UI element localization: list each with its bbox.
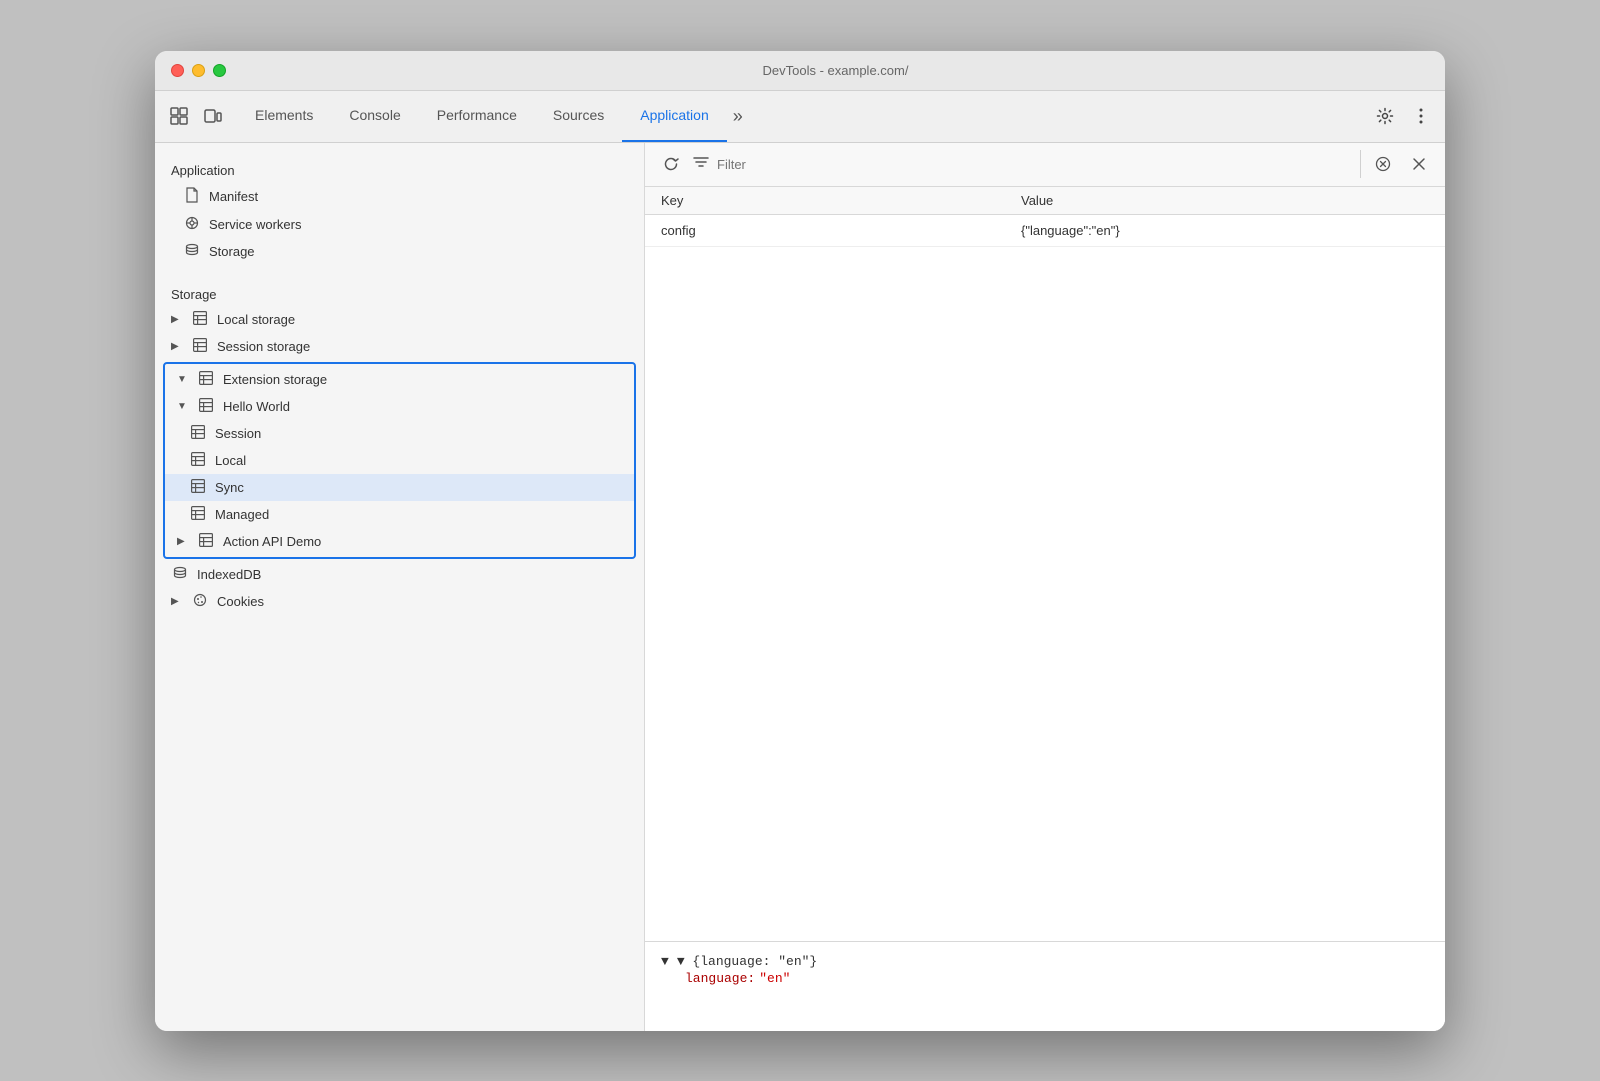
sidebar-item-session-storage[interactable]: ▶ Session storage <box>155 333 644 360</box>
detail-property-key: language: <box>685 971 755 986</box>
hello-world-arrow: ▼ <box>177 401 189 412</box>
tab-elements[interactable]: Elements <box>237 90 331 142</box>
action-api-demo-arrow: ▶ <box>177 536 189 547</box>
section-title-application: Application <box>155 155 644 182</box>
manifest-icon <box>183 187 201 206</box>
traffic-lights <box>171 64 226 77</box>
session-storage-arrow: ▶ <box>171 341 183 352</box>
maximize-button[interactable] <box>213 64 226 77</box>
sidebar-item-storage-app[interactable]: Storage <box>155 238 644 265</box>
storage-app-label: Storage <box>209 244 255 259</box>
sidebar-item-session[interactable]: Session <box>165 420 634 447</box>
hello-world-icon <box>197 398 215 415</box>
sidebar-item-sync[interactable]: Sync <box>165 474 634 501</box>
session-icon <box>189 425 207 442</box>
tab-console[interactable]: Console <box>331 90 418 142</box>
sidebar: Application Manifest <box>155 143 645 1031</box>
detail-object-label: ▼ {language: "en"} <box>677 954 817 969</box>
filter-input[interactable] <box>717 157 1352 172</box>
inspect-element-button[interactable] <box>163 100 195 132</box>
detail-panel: ▼ ▼ {language: "en"} language: "en" <box>645 941 1445 1031</box>
toolbar: Elements Console Performance Sources App… <box>155 91 1445 143</box>
indexeddb-label: IndexedDB <box>197 567 261 582</box>
more-tabs-button[interactable]: » <box>727 106 749 127</box>
hello-world-label: Hello World <box>223 399 290 414</box>
col-header-value: Value <box>1005 187 1445 215</box>
managed-label: Managed <box>215 507 269 522</box>
local-storage-arrow: ▶ <box>171 314 183 325</box>
manifest-label: Manifest <box>209 189 258 204</box>
sidebar-item-manifest[interactable]: Manifest <box>155 182 644 211</box>
data-table: Key Value config {"language":"en"} <box>645 187 1445 247</box>
service-workers-label: Service workers <box>209 217 301 232</box>
cell-key: config <box>645 214 1005 246</box>
managed-icon <box>189 506 207 523</box>
extension-storage-box: ▼ Extension storage ▼ <box>163 362 636 559</box>
indexeddb-icon <box>171 566 189 583</box>
tab-performance[interactable]: Performance <box>419 90 535 142</box>
main-content: Application Manifest <box>155 143 1445 1031</box>
devtools-window: DevTools - example.com/ Elements <box>155 51 1445 1031</box>
filter-bar <box>645 143 1445 187</box>
table-area: Key Value config {"language":"en"} <box>645 187 1445 941</box>
sync-icon <box>189 479 207 496</box>
cookies-label: Cookies <box>217 594 264 609</box>
local-label: Local <box>215 453 246 468</box>
tab-sources[interactable]: Sources <box>535 90 622 142</box>
col-header-key: Key <box>645 187 1005 215</box>
local-storage-label: Local storage <box>217 312 295 327</box>
filter-divider <box>1360 150 1361 178</box>
filter-icon <box>693 155 709 174</box>
extension-storage-icon <box>197 371 215 388</box>
session-label: Session <box>215 426 261 441</box>
local-icon <box>189 452 207 469</box>
sidebar-item-extension-storage[interactable]: ▼ Extension storage <box>165 366 634 393</box>
action-api-demo-label: Action API Demo <box>223 534 321 549</box>
section-title-storage: Storage <box>155 279 644 306</box>
cell-value: {"language":"en"} <box>1005 214 1445 246</box>
close-button-filter[interactable] <box>1405 150 1433 178</box>
window-title: DevTools - example.com/ <box>242 63 1429 78</box>
session-storage-icon <box>191 338 209 355</box>
sidebar-item-action-api-demo[interactable]: ▶ Action API Demo <box>165 528 634 555</box>
sidebar-item-service-workers[interactable]: Service workers <box>155 211 644 238</box>
sidebar-item-local[interactable]: Local <box>165 447 634 474</box>
cookies-icon <box>191 593 209 610</box>
toolbar-tabs: Elements Console Performance Sources App… <box>237 91 749 142</box>
detail-property-value: "en" <box>759 971 790 986</box>
sidebar-item-managed[interactable]: Managed <box>165 501 634 528</box>
detail-expand-arrow[interactable]: ▼ <box>661 954 669 969</box>
sidebar-item-hello-world[interactable]: ▼ Hello World <box>165 393 634 420</box>
sidebar-item-local-storage[interactable]: ▶ Local storage <box>155 306 644 333</box>
local-storage-icon <box>191 311 209 328</box>
extension-storage-label: Extension storage <box>223 372 327 387</box>
action-api-demo-icon <box>197 533 215 550</box>
table-row[interactable]: config {"language":"en"} <box>645 214 1445 246</box>
detail-expanded-row: ▼ ▼ {language: "en"} <box>661 954 1429 969</box>
storage-app-icon <box>183 243 201 260</box>
toolbar-right <box>1369 100 1437 132</box>
tab-application[interactable]: Application <box>622 90 727 142</box>
service-workers-icon <box>183 216 201 233</box>
cookies-arrow: ▶ <box>171 596 183 607</box>
settings-button[interactable] <box>1369 100 1401 132</box>
more-options-button[interactable] <box>1405 100 1437 132</box>
session-storage-label: Session storage <box>217 339 310 354</box>
minimize-button[interactable] <box>192 64 205 77</box>
sidebar-item-cookies[interactable]: ▶ Cookies <box>155 588 644 615</box>
detail-property-row: language: "en" <box>661 971 1429 986</box>
sync-label: Sync <box>215 480 244 495</box>
extension-storage-arrow: ▼ <box>177 374 189 385</box>
clear-filter-button[interactable] <box>1369 150 1397 178</box>
refresh-button[interactable] <box>657 150 685 178</box>
right-panel: Key Value config {"language":"en"} ▼ <box>645 143 1445 1031</box>
device-toggle-button[interactable] <box>197 100 229 132</box>
close-button[interactable] <box>171 64 184 77</box>
sidebar-item-indexeddb[interactable]: IndexedDB <box>155 561 644 588</box>
toolbar-icons <box>163 100 229 132</box>
title-bar: DevTools - example.com/ <box>155 51 1445 91</box>
